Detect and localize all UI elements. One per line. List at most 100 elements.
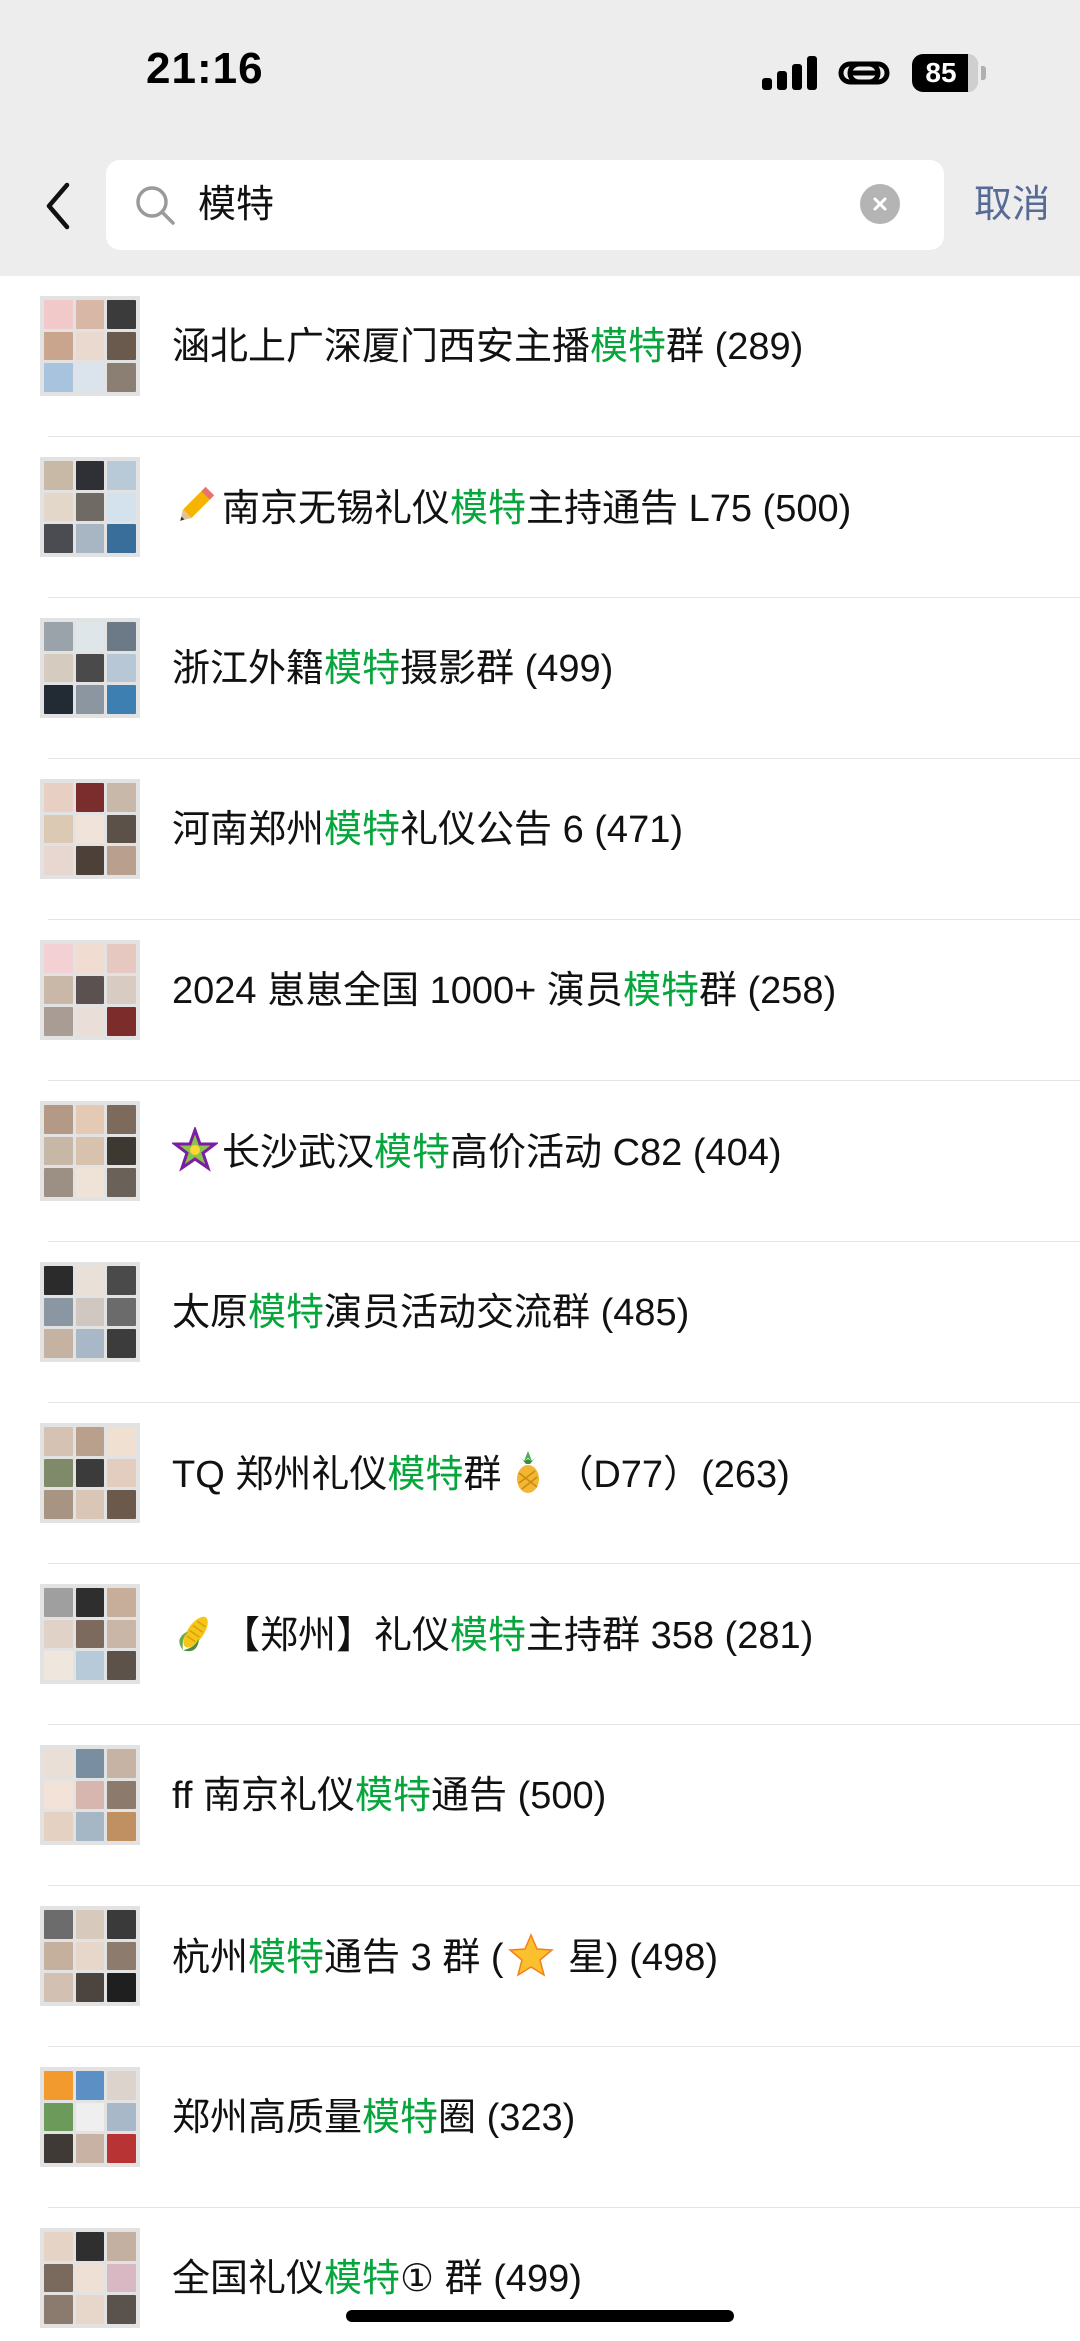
- member-avatar-thumbnail: [44, 1812, 73, 1841]
- member-avatar-thumbnail: [75, 1780, 105, 1810]
- search-results-screen: 21:16 85 模特 取消 涵北上广深厦门西安主播模特群 (289) 南京无锡…: [0, 0, 1080, 2341]
- member-avatar-thumbnail: [75, 492, 105, 522]
- group-name: 长沙武汉模特高价活动 C82 (404): [172, 1127, 782, 1178]
- search-match-highlight: 模特: [248, 1937, 325, 1979]
- result-item[interactable]: 河南郑州模特礼仪公告 6 (471): [0, 759, 1080, 920]
- member-avatar-thumbnail: [75, 1007, 105, 1036]
- result-item[interactable]: 2024 崽崽全国 1000+ 演员模特群 (258): [0, 920, 1080, 1081]
- search-match-highlight: 模特: [374, 1132, 451, 1174]
- clear-search-icon[interactable]: [860, 184, 900, 224]
- result-item[interactable]: 浙江外籍模特摄影群 (499): [0, 598, 1080, 759]
- member-avatar-thumbnail: [44, 685, 73, 714]
- member-avatar-thumbnail: [107, 492, 136, 522]
- member-avatar-thumbnail: [44, 2102, 73, 2132]
- member-avatar-thumbnail: [44, 331, 73, 361]
- result-item[interactable]: 郑州高质量模特圈 (323): [0, 2047, 1080, 2208]
- corn-icon: [179, 1616, 208, 1652]
- group-name-suffix: 群 (258): [698, 970, 837, 1012]
- member-avatar-thumbnail: [44, 1105, 73, 1134]
- search-match-highlight: 模特: [387, 1454, 464, 1496]
- member-avatar-thumbnail: [44, 1941, 73, 1971]
- member-avatar-thumbnail: [44, 1007, 73, 1036]
- star-burst-icon: [172, 1127, 218, 1172]
- member-avatar-thumbnail: [107, 1973, 136, 2002]
- group-avatar: [40, 1101, 140, 1201]
- search-match-highlight: 模特: [362, 2097, 439, 2139]
- member-avatar-thumbnail: [75, 944, 105, 973]
- member-avatar-thumbnail: [107, 300, 136, 329]
- member-avatar-thumbnail: [107, 2102, 136, 2132]
- member-avatar-thumbnail: [44, 1651, 73, 1680]
- member-avatar-thumbnail: [107, 944, 136, 973]
- member-avatar-thumbnail: [44, 944, 73, 973]
- group-name: ff 南京礼仪模特通告 (500): [172, 1771, 606, 1821]
- result-item[interactable]: 长沙武汉模特高价活动 C82 (404): [0, 1081, 1080, 1242]
- result-item[interactable]: 【郑州】礼仪模特主持群 358 (281): [0, 1564, 1080, 1725]
- member-avatar-thumbnail: [75, 846, 105, 875]
- group-name: 太原模特演员活动交流群 (485): [172, 1288, 689, 1338]
- result-item[interactable]: ff 南京礼仪模特通告 (500): [0, 1725, 1080, 1886]
- member-avatar-thumbnail: [107, 1651, 136, 1680]
- group-name-prefix: 2024 崽崽全国 1000+ 演员: [172, 970, 623, 1012]
- result-item[interactable]: 南京无锡礼仪模特主持通告 L75 (500): [0, 437, 1080, 598]
- member-avatar-thumbnail: [44, 2071, 73, 2100]
- group-name-prefix: 南京无锡礼仪: [222, 488, 451, 530]
- result-item[interactable]: 涵北上广深厦门西安主播模特群 (289): [0, 276, 1080, 437]
- member-avatar-thumbnail: [44, 2134, 73, 2163]
- group-avatar: [40, 1745, 140, 1845]
- search-match-highlight: 模特: [324, 809, 401, 851]
- group-name-suffix: 摄影群 (499): [400, 648, 614, 690]
- member-avatar-thumbnail: [75, 2232, 105, 2261]
- group-avatar: [40, 618, 140, 718]
- member-avatar-thumbnail: [107, 524, 136, 553]
- group-name-prefix: 郑州高质量: [172, 2097, 363, 2139]
- search-match-highlight: 模特: [450, 1615, 527, 1657]
- member-avatar-thumbnail: [75, 814, 105, 844]
- result-item[interactable]: 杭州模特通告 3 群 ( 星) (498): [0, 1886, 1080, 2047]
- group-name-suffix: ① 群 (499): [400, 2258, 582, 2300]
- group-name-suffix: 高价活动 C82 (404): [450, 1132, 782, 1174]
- group-name-suffix-2: （D77）(263): [555, 1454, 790, 1496]
- search-input[interactable]: 模特: [106, 160, 944, 250]
- battery-empty-segment: [968, 54, 978, 92]
- member-avatar-thumbnail: [75, 2134, 105, 2163]
- battery-nub: [981, 66, 986, 80]
- member-avatar-thumbnail: [44, 814, 73, 844]
- home-indicator[interactable]: [346, 2310, 734, 2322]
- member-avatar-thumbnail: [107, 1007, 136, 1036]
- result-item[interactable]: TQ 郑州礼仪模特群 （D77）(263): [0, 1403, 1080, 1564]
- group-avatar: [40, 457, 140, 557]
- search-icon: [136, 186, 175, 225]
- group-avatar: [40, 940, 140, 1040]
- member-avatar-thumbnail: [107, 975, 136, 1005]
- top-bar: 21:16 85 模特 取消: [0, 0, 1080, 276]
- search-match-highlight: 模特: [590, 326, 667, 368]
- group-name-prefix: 浙江外籍: [172, 648, 325, 690]
- member-avatar-thumbnail: [107, 2134, 136, 2163]
- member-avatar-thumbnail: [75, 461, 105, 490]
- group-name: 涵北上广深厦门西安主播模特群 (289): [172, 322, 803, 372]
- member-avatar-thumbnail: [44, 363, 73, 392]
- member-avatar-thumbnail: [44, 1619, 73, 1649]
- member-avatar-thumbnail: [75, 1136, 105, 1166]
- group-name: 郑州高质量模特圈 (323): [172, 2093, 575, 2143]
- member-avatar-thumbnail: [44, 1266, 73, 1295]
- member-avatar-thumbnail: [107, 814, 136, 844]
- member-avatar-thumbnail: [75, 1941, 105, 1971]
- member-avatar-thumbnail: [44, 975, 73, 1005]
- member-avatar-thumbnail: [75, 783, 105, 812]
- member-avatar-thumbnail: [44, 1588, 73, 1617]
- search-match-highlight: 模特: [324, 2258, 401, 2300]
- member-avatar-thumbnail: [107, 622, 136, 651]
- link-icon: [838, 61, 890, 85]
- member-avatar-thumbnail: [107, 846, 136, 875]
- back-button[interactable]: [30, 166, 86, 246]
- result-item[interactable]: 太原模特演员活动交流群 (485): [0, 1242, 1080, 1403]
- member-avatar-thumbnail: [107, 1136, 136, 1166]
- member-avatar-thumbnail: [44, 2263, 73, 2293]
- cancel-button[interactable]: 取消: [974, 180, 1050, 230]
- status-time: 21:16: [146, 44, 264, 93]
- search-match-highlight: 模特: [622, 970, 699, 1012]
- member-avatar-thumbnail: [75, 1266, 105, 1295]
- member-avatar-thumbnail: [44, 1910, 73, 1939]
